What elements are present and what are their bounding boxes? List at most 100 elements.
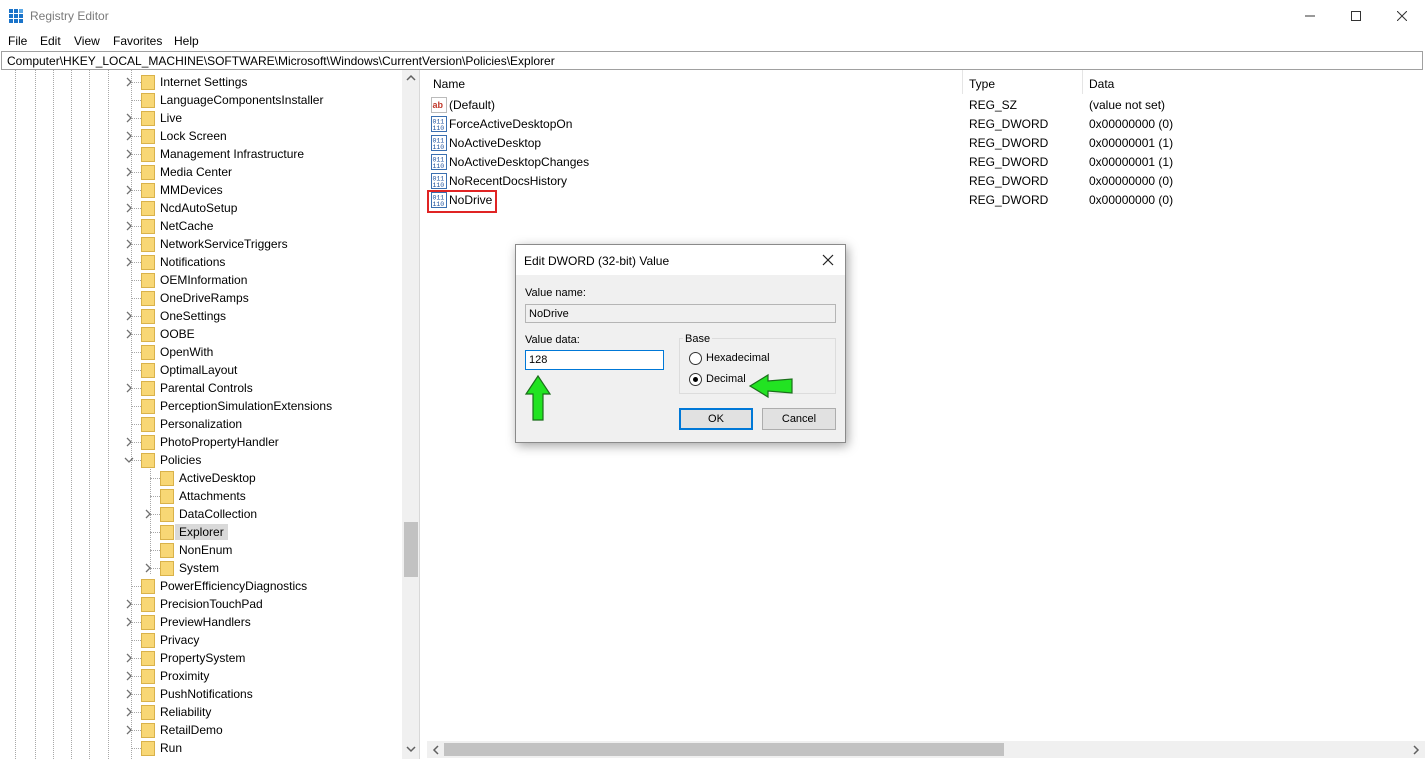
chevron-right-icon[interactable] <box>124 617 134 627</box>
chevron-right-icon[interactable] <box>124 203 134 213</box>
tree-item[interactable]: OptimalLayout <box>1 361 401 379</box>
tree-item[interactable]: Personalization <box>1 415 401 433</box>
column-separator[interactable] <box>1082 70 1083 94</box>
chevron-right-icon[interactable] <box>124 239 134 249</box>
binary-value-icon: 011 110 <box>431 154 447 170</box>
tree-item[interactable]: OneSettings <box>1 307 401 325</box>
tree-item[interactable]: MMDevices <box>1 181 401 199</box>
close-button[interactable] <box>1379 0 1425 31</box>
chevron-right-icon[interactable] <box>143 509 153 519</box>
tree-item[interactable]: Run <box>1 739 401 757</box>
value-row[interactable]: ab (Default) REG_SZ (value not set) <box>427 95 1407 114</box>
tree-item[interactable]: Live <box>1 109 401 127</box>
tree-item[interactable]: PreviewHandlers <box>1 613 401 631</box>
scroll-right-icon[interactable] <box>1411 745 1421 755</box>
tree-item[interactable]: ActiveDesktop <box>1 469 401 487</box>
tree-item[interactable]: PrecisionTouchPad <box>1 595 401 613</box>
chevron-right-icon[interactable] <box>124 329 134 339</box>
tree-item[interactable]: OpenWith <box>1 343 401 361</box>
tree-item[interactable]: PhotoPropertyHandler <box>1 433 401 451</box>
chevron-right-icon[interactable] <box>124 149 134 159</box>
tree-item[interactable]: NcdAutoSetup <box>1 199 401 217</box>
tree-item[interactable]: Media Center <box>1 163 401 181</box>
tree-item-label: Lock Screen <box>160 129 227 143</box>
tree-item[interactable]: Privacy <box>1 631 401 649</box>
chevron-right-icon[interactable] <box>124 653 134 663</box>
chevron-right-icon[interactable] <box>124 185 134 195</box>
scroll-left-icon[interactable] <box>431 745 441 755</box>
menu-favorites[interactable]: Favorites <box>113 34 162 48</box>
tree-item[interactable]: OOBE <box>1 325 401 343</box>
value-row[interactable]: 011 110 ForceActiveDesktopOn REG_DWORD 0x000… <box>427 114 1407 133</box>
tree-item[interactable]: Policies <box>1 451 401 469</box>
chevron-right-icon[interactable] <box>124 689 134 699</box>
chevron-right-icon[interactable] <box>124 671 134 681</box>
radio-hexadecimal-circle[interactable] <box>689 352 702 365</box>
maximize-button[interactable] <box>1333 0 1379 31</box>
tree-item[interactable]: Explorer <box>1 523 401 541</box>
address-bar[interactable]: Computer\HKEY_LOCAL_MACHINE\SOFTWARE\Mic… <box>1 51 1423 70</box>
column-separator[interactable] <box>962 70 963 94</box>
value-row[interactable]: 011 110 NoActiveDesktop REG_DWORD 0x00000001… <box>427 133 1407 152</box>
tree-item[interactable]: Parental Controls <box>1 379 401 397</box>
chevron-right-icon[interactable] <box>124 437 134 447</box>
chevron-right-icon[interactable] <box>124 77 134 87</box>
chevron-right-icon[interactable] <box>124 725 134 735</box>
chevron-right-icon[interactable] <box>124 311 134 321</box>
tree-item[interactable]: PowerEfficiencyDiagnostics <box>1 577 401 595</box>
tree-item[interactable]: Proximity <box>1 667 401 685</box>
chevron-right-icon[interactable] <box>124 131 134 141</box>
radio-decimal-circle[interactable] <box>689 373 702 386</box>
tree-scroll-thumb[interactable] <box>404 522 418 577</box>
tree-item[interactable]: NonEnum <box>1 541 401 559</box>
tree-item[interactable]: OneDriveRamps <box>1 289 401 307</box>
tree-item[interactable]: Lock Screen <box>1 127 401 145</box>
tree-item[interactable]: PushNotifications <box>1 685 401 703</box>
tree-item[interactable]: System <box>1 559 401 577</box>
tree-item[interactable]: OEMInformation <box>1 271 401 289</box>
value-row[interactable]: 011 110 NoDrive REG_DWORD 0x00000000 (0) <box>427 190 1407 209</box>
tree-item[interactable]: RetailDemo <box>1 721 401 739</box>
scroll-up-icon[interactable] <box>406 73 416 83</box>
menu-edit[interactable]: Edit <box>40 34 61 48</box>
ok-button[interactable]: OK <box>679 408 753 430</box>
tree-item[interactable]: Internet Settings <box>1 73 401 91</box>
dialog-close-icon[interactable] <box>820 252 836 268</box>
chevron-down-icon[interactable] <box>124 455 134 465</box>
minimize-button[interactable] <box>1287 0 1333 31</box>
tree-item[interactable]: Management Infrastructure <box>1 145 401 163</box>
tree-item[interactable]: PerceptionSimulationExtensions <box>1 397 401 415</box>
list-scroll-thumb[interactable] <box>444 743 1004 756</box>
tree-item[interactable]: NetCache <box>1 217 401 235</box>
chevron-right-icon[interactable] <box>124 257 134 267</box>
tree-item[interactable]: LanguageComponentsInstaller <box>1 91 401 109</box>
value-row[interactable]: 011 110 NoActiveDesktopChanges REG_DWORD 0x0… <box>427 152 1407 171</box>
tree-item[interactable]: Reliability <box>1 703 401 721</box>
menu-view[interactable]: View <box>74 34 100 48</box>
chevron-right-icon[interactable] <box>124 599 134 609</box>
cancel-button[interactable]: Cancel <box>762 408 836 430</box>
list-horizontal-scrollbar[interactable] <box>427 741 1425 758</box>
chevron-right-icon[interactable] <box>143 563 153 573</box>
tree-item[interactable]: NetworkServiceTriggers <box>1 235 401 253</box>
tree-vertical-scrollbar[interactable] <box>402 70 419 759</box>
chevron-right-icon[interactable] <box>124 113 134 123</box>
tree-item[interactable]: PropertySystem <box>1 649 401 667</box>
folder-icon <box>141 633 155 648</box>
chevron-right-icon[interactable] <box>124 221 134 231</box>
tree-item[interactable]: Attachments <box>1 487 401 505</box>
tree-item[interactable]: Notifications <box>1 253 401 271</box>
tree-item[interactable]: DataCollection <box>1 505 401 523</box>
value-row[interactable]: 011 110 NoRecentDocsHistory REG_DWORD 0x0000… <box>427 171 1407 190</box>
chevron-right-icon[interactable] <box>124 707 134 717</box>
column-header-name[interactable]: Name <box>433 70 465 94</box>
menu-help[interactable]: Help <box>174 34 199 48</box>
scroll-down-icon[interactable] <box>406 744 416 754</box>
chevron-right-icon[interactable] <box>124 383 134 393</box>
folder-icon <box>160 507 174 522</box>
menu-file[interactable]: File <box>8 34 27 48</box>
value-data-input[interactable] <box>525 350 664 370</box>
chevron-right-icon[interactable] <box>124 167 134 177</box>
column-header-type[interactable]: Type <box>969 70 995 94</box>
column-header-data[interactable]: Data <box>1089 70 1114 94</box>
